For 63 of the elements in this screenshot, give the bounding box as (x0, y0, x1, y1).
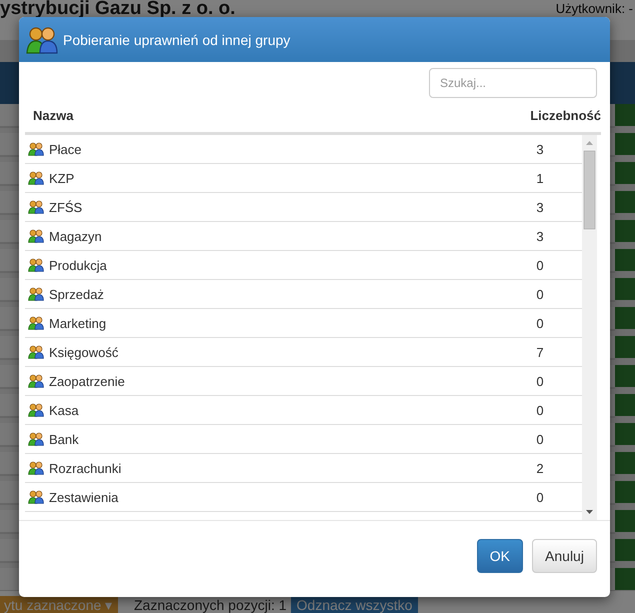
group-name: KZP (49, 170, 76, 186)
table-row[interactable]: Kasa 0 (25, 396, 582, 425)
group-count: 0 (535, 316, 545, 330)
table-row[interactable]: KZP 1 (25, 164, 582, 193)
table-row[interactable]: Bank 0 (25, 425, 582, 454)
group-count: 2 (535, 460, 545, 476)
group-count: 1 (535, 170, 545, 186)
group-name: Płace (49, 142, 83, 156)
group-count: 3 (535, 228, 545, 244)
table-row[interactable]: Płace 3 (25, 135, 582, 164)
user-group-icon (28, 461, 44, 475)
table-row[interactable]: Rozrachunki 2 (25, 454, 582, 483)
group-name: Sprzedaż (49, 286, 105, 302)
group-name: Zestawienia (49, 490, 120, 504)
user-group-icon (28, 200, 44, 214)
group-name: Produkcja (49, 258, 108, 272)
group-name: Księgowość (49, 344, 120, 360)
group-name: Kasa (49, 402, 80, 418)
table-row[interactable]: Sprzedaż 0 (25, 280, 582, 309)
cancel-button[interactable]: Anuluj (532, 539, 597, 573)
group-name: Bank (49, 432, 80, 446)
user-group-icon (28, 432, 44, 446)
group-count: 0 (535, 374, 545, 388)
table-row[interactable]: Zaopatrzenie 0 (25, 367, 582, 396)
group-count: 7 (535, 344, 545, 360)
group-name: Marketing (49, 316, 108, 330)
user-group-icon (28, 403, 44, 417)
user-group-icon (28, 490, 44, 504)
group-count: 0 (535, 432, 545, 446)
scrollbar[interactable] (582, 135, 597, 520)
user-group-icon (28, 258, 44, 272)
group-name: Zaopatrzenie (49, 374, 126, 388)
user-group-icon (28, 142, 44, 156)
user-group-icon (28, 345, 44, 359)
table-row[interactable]: Magazyn 3 (25, 222, 582, 251)
selected-count: Zaznaczonych pozycji: 1 (134, 597, 287, 613)
group-count: 0 (535, 490, 545, 504)
user-group-icon (28, 316, 44, 330)
user-group-icon (28, 229, 44, 243)
column-header: Liczebność (530, 108, 601, 123)
table-row[interactable]: Produkcja 0 (25, 251, 582, 280)
user-group-icon (28, 287, 44, 301)
dialog-title: Pobieranie uprawnień od innej grupy (63, 32, 290, 48)
group-count: 3 (535, 142, 545, 156)
group-count: 0 (535, 402, 545, 418)
table-row[interactable]: ZFŚS 3 (25, 193, 582, 222)
column-header: Nazwa (33, 108, 74, 123)
group-count: 0 (535, 286, 545, 302)
company-name: ystrybucji Gazu Sp. z o. o. (0, 0, 236, 18)
group-count: 3 (535, 200, 545, 214)
table-row[interactable]: Marketing 0 (25, 309, 582, 338)
group-name: Magazyn (49, 228, 103, 244)
user-label: Użytkownik: - (556, 2, 633, 15)
user-group-icon (28, 171, 44, 185)
search-field[interactable]: Szukaj... (429, 68, 597, 98)
group-name: Rozrachunki (49, 460, 122, 476)
group-name: ZFŚS (49, 200, 84, 214)
ok-button[interactable]: OK (476, 539, 523, 573)
table-row[interactable]: Zestawienia 0 (25, 483, 582, 512)
user-group-icon (26, 26, 58, 54)
user-group-icon (28, 374, 44, 388)
table-row[interactable]: Księgowość 7 (25, 338, 582, 367)
group-count: 0 (535, 258, 545, 272)
